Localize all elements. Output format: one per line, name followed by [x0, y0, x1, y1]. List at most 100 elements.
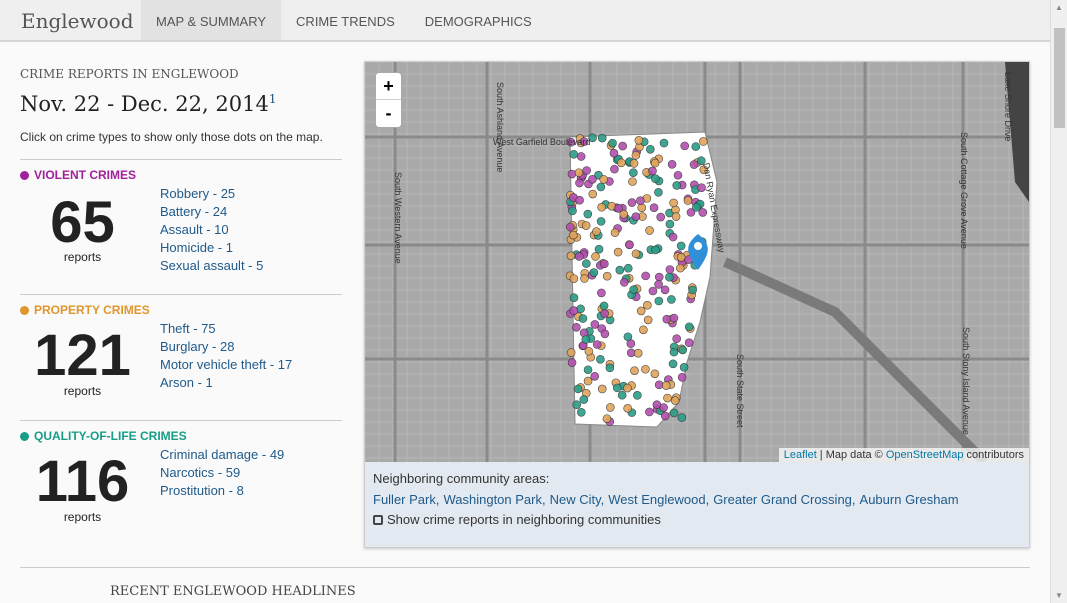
crime-type-link[interactable]: Narcotics - 59 — [160, 464, 284, 482]
crime-dot — [566, 348, 576, 357]
neighbor-link[interactable]: New City, — [550, 492, 605, 507]
scroll-up-icon[interactable]: ▲ — [1055, 3, 1063, 12]
category-header[interactable]: PROPERTY CRIMES — [20, 303, 342, 317]
category-title[interactable]: VIOLENT CRIMES — [34, 168, 136, 182]
category-total: 121 — [34, 323, 131, 388]
crime-dot — [592, 227, 601, 236]
crime-dot — [619, 209, 629, 219]
crime-dot — [617, 390, 627, 400]
street-label: South State Street — [735, 354, 745, 428]
crime-type-link[interactable]: Homicide - 1 — [160, 239, 263, 257]
crime-dot — [670, 396, 680, 405]
crime-dot — [568, 206, 577, 216]
leaflet-link[interactable]: Leaflet — [784, 449, 817, 461]
crime-dot — [692, 203, 701, 212]
crime-dot — [590, 372, 600, 381]
crime-dot — [609, 148, 619, 158]
crime-dot — [654, 380, 664, 390]
crime-dot — [596, 217, 606, 226]
crime-dot — [612, 383, 622, 393]
crime-type-link[interactable]: Battery - 24 — [160, 203, 263, 221]
crime-dot — [643, 315, 653, 325]
category-header[interactable]: QUALITY-OF-LIFE CRIMES — [20, 429, 342, 443]
category-header[interactable]: VIOLENT CRIMES — [20, 168, 342, 182]
category-title[interactable]: QUALITY-OF-LIFE CRIMES — [34, 429, 187, 443]
crime-dot — [629, 285, 638, 294]
crime-dot — [597, 384, 607, 394]
crime-dot — [627, 198, 637, 207]
crime-dot — [628, 177, 637, 186]
crime-type-link[interactable]: Criminal damage - 49 — [160, 446, 284, 464]
neighbor-link[interactable]: Auburn Gresham — [860, 492, 959, 507]
crime-dot — [583, 365, 593, 375]
crime-dot — [671, 212, 681, 221]
crime-dot — [566, 251, 576, 261]
crime-dot — [581, 335, 591, 344]
map-panel: West Garfield Boulevard South Ashland Av… — [364, 61, 1030, 548]
crime-dot — [641, 271, 650, 281]
scrollbar[interactable]: ▲ ▼ — [1050, 0, 1067, 603]
crime-type-link[interactable]: Arson - 1 — [160, 374, 292, 392]
map-tiles — [365, 62, 1029, 462]
scroll-down-icon[interactable]: ▼ — [1055, 591, 1063, 600]
attribution-text: contributors — [963, 449, 1024, 461]
crime-map[interactable]: West Garfield Boulevard South Ashland Av… — [365, 62, 1029, 462]
zoom-out-button[interactable]: - — [376, 100, 401, 127]
category-dot-icon — [20, 170, 29, 180]
map-attribution: Leaflet | Map data © OpenStreetMap contr… — [778, 448, 1029, 462]
crime-type-link[interactable]: Motor vehicle theft - 17 — [160, 356, 292, 374]
crime-type-link[interactable]: Burglary - 28 — [160, 338, 292, 356]
street-label: West Garfield Boulevard — [493, 137, 591, 147]
tab-demographics[interactable]: DEMOGRAPHICS — [410, 0, 547, 40]
crime-dot — [631, 150, 641, 160]
brand-title[interactable]: Englewood — [0, 0, 141, 40]
category-title[interactable]: PROPERTY CRIMES — [34, 303, 150, 317]
neighbor-link[interactable]: West Englewood, — [608, 492, 709, 507]
headlines-title: RECENT ENGLEWOOD HEADLINES — [110, 584, 356, 599]
tab-map-summary[interactable]: MAP & SUMMARY — [141, 0, 282, 40]
top-nav: Englewood MAP & SUMMARY CRIME TRENDS DEM… — [0, 0, 1050, 42]
crime-dot — [699, 137, 708, 146]
crime-dot — [580, 274, 589, 283]
crime-dot — [618, 141, 627, 151]
crime-dot — [606, 403, 615, 412]
crime-dot — [600, 329, 610, 339]
neighbor-link[interactable]: Fuller Park, — [373, 492, 439, 507]
crime-dot — [662, 314, 672, 324]
crime-dot — [619, 278, 629, 287]
crime-dot — [665, 265, 675, 274]
neighbor-link[interactable]: Washington Park, — [443, 492, 545, 507]
crime-dot — [643, 300, 652, 310]
show-neighbors-checkbox[interactable] — [373, 514, 383, 525]
tab-crime-trends[interactable]: CRIME TRENDS — [281, 0, 410, 40]
crime-dot — [597, 202, 606, 212]
street-label: South Stony Island Avenue — [961, 327, 971, 435]
osm-link[interactable]: OpenStreetMap — [886, 449, 964, 461]
crime-dot — [565, 222, 575, 232]
crime-type-link[interactable]: Sexual assault - 5 — [160, 257, 263, 275]
crime-dot — [592, 340, 602, 349]
crime-dot — [668, 232, 678, 242]
crime-type-link[interactable]: Assault - 10 — [160, 221, 263, 239]
neighbors-checkbox-row[interactable]: Show crime reports in neighboring commun… — [373, 512, 963, 527]
crime-dot — [636, 306, 646, 316]
crime-dot — [650, 369, 660, 379]
crime-dot — [569, 230, 578, 240]
footnote-link[interactable]: 1 — [269, 92, 277, 106]
crime-type-link[interactable]: Prostitution - 8 — [160, 482, 284, 500]
crime-dot — [675, 263, 685, 273]
crime-dot — [654, 296, 664, 306]
crime-dot — [589, 268, 599, 277]
crime-dot — [605, 363, 615, 373]
crime-dot — [668, 359, 678, 369]
zoom-in-button[interactable]: + — [376, 73, 401, 100]
crime-dot — [634, 136, 644, 145]
crime-dot — [610, 164, 619, 174]
scrollbar-thumb[interactable] — [1054, 28, 1065, 128]
crime-type-link[interactable]: Robbery - 25 — [160, 185, 263, 203]
crime-dot — [665, 272, 674, 282]
crime-type-link[interactable]: Theft - 75 — [160, 320, 292, 338]
crime-dot — [683, 196, 693, 205]
checkbox-label[interactable]: Show crime reports in neighboring commun… — [387, 512, 661, 527]
neighbor-link[interactable]: Greater Grand Crossing, — [713, 492, 855, 507]
